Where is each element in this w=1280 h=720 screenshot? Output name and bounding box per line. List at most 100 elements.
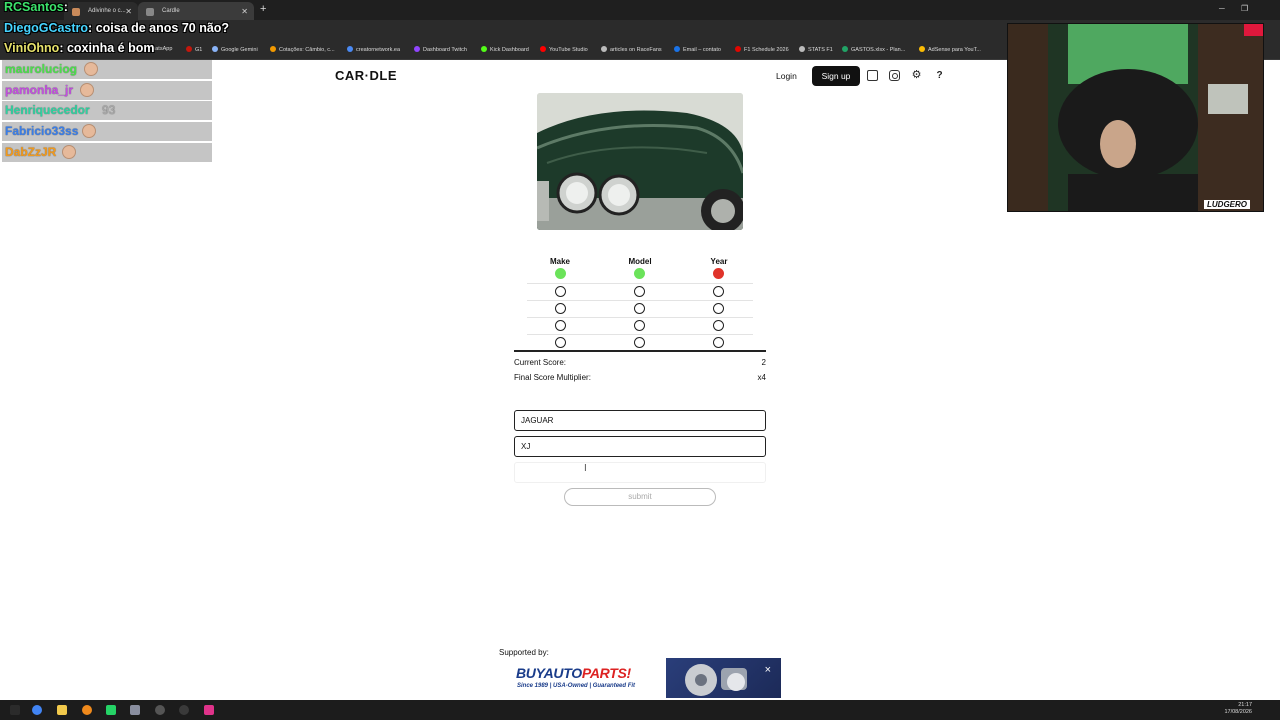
bookmark-item[interactable]: AdSense para YouT... — [919, 46, 981, 53]
ad-banner[interactable]: BUYAUTOPARTS! Since 1989 | USA-Owned | G… — [500, 658, 781, 698]
chat-message: DiegoGCastro: coisa de anos 70 não? — [4, 21, 230, 35]
guess-indicator-make-correct — [555, 268, 566, 279]
viewer-entry: Fabricio33ss — [2, 122, 212, 141]
app-icon[interactable] — [179, 705, 189, 715]
chrome-icon[interactable] — [32, 705, 42, 715]
bookmark-item[interactable]: Cotações: Câmbio, c... — [270, 46, 335, 53]
tab-favicon — [72, 8, 80, 16]
guess-indicator-empty — [555, 303, 566, 314]
new-tab-button[interactable]: + — [260, 3, 266, 15]
guess-indicator-empty — [713, 337, 724, 348]
app-icon[interactable] — [130, 705, 140, 715]
instagram-icon[interactable] — [889, 70, 900, 81]
bookmark-item[interactable]: YouTube Studio — [540, 46, 588, 53]
webcam-overlay: LUDGERO — [1007, 23, 1264, 212]
folder-icon[interactable] — [57, 705, 67, 715]
bookmark-item[interactable]: Kick Dashboard — [481, 46, 529, 53]
avatar — [82, 124, 96, 138]
app-icon[interactable] — [204, 705, 214, 715]
tab-close-icon[interactable]: ✕ — [241, 7, 248, 16]
system-clock[interactable]: 21:17 17/08/2026 — [1224, 702, 1252, 716]
bookmark-favicon — [735, 46, 741, 52]
chat-username: ViniOhno — [4, 41, 60, 55]
help-icon[interactable]: ? — [934, 70, 945, 81]
ad-tagline: Since 1989 | USA-Owned | Guaranteed Fit — [517, 683, 636, 689]
year-input[interactable] — [514, 462, 766, 483]
bookmark-item[interactable]: Email – contato — [674, 46, 721, 53]
site-logo[interactable]: CAR·DLE — [335, 68, 397, 83]
signup-button[interactable]: Sign up — [812, 66, 860, 86]
guess-indicator-empty — [713, 303, 724, 314]
bookmark-favicon — [186, 46, 192, 52]
viewer-name: DabZzJR — [5, 145, 57, 159]
car-illustration — [537, 93, 743, 230]
current-score-label: Current Score: — [514, 358, 567, 367]
bookmark-item[interactable]: Google Gemini — [212, 46, 258, 53]
multiplier-value: x4 — [757, 373, 766, 382]
column-header-model: Model — [628, 257, 652, 266]
bookmark-favicon — [842, 46, 848, 52]
row-divider — [527, 317, 753, 318]
tab-favicon — [146, 8, 154, 16]
restore-icon[interactable]: ❐ — [1241, 4, 1248, 13]
viewer-count: 93 — [102, 103, 116, 117]
viewer-name: mauroluciog — [5, 62, 78, 76]
bookmark-favicon — [919, 46, 925, 52]
bookmark-item[interactable]: creatornetwork.ea — [347, 46, 400, 53]
ad-close-icon[interactable]: × — [765, 664, 771, 676]
viewer-entry: mauroluciog — [2, 60, 212, 79]
whatsapp-icon[interactable] — [106, 705, 116, 715]
streamer-logo: LUDGERO — [1204, 200, 1250, 209]
column-header-make: Make — [549, 257, 570, 266]
obs-icon[interactable] — [155, 705, 165, 715]
guess-indicator-empty — [634, 286, 645, 297]
submit-button[interactable]: submit — [564, 488, 716, 506]
bookmark-favicon — [799, 46, 805, 52]
car-image — [537, 93, 743, 230]
tab-adivinhe[interactable]: Adivinhe o c... ✕ — [64, 2, 138, 20]
gear-icon[interactable]: ⚙ — [911, 70, 922, 81]
make-input[interactable]: JAGUAR — [514, 410, 766, 431]
guess-indicator-empty — [634, 337, 645, 348]
chat-username: DiegoGCastro — [4, 21, 89, 35]
viewer-name: pamonha_jr — [5, 83, 74, 97]
ad-brand: BUYAUTOPARTS! — [516, 665, 631, 681]
bookmark-favicon — [414, 46, 420, 52]
guess-indicator-empty — [713, 320, 724, 331]
bookmark-favicon — [540, 46, 546, 52]
avatar — [84, 62, 98, 76]
text-cursor-icon: I — [584, 463, 587, 474]
guess-indicator-model-correct — [634, 268, 645, 279]
stats-icon[interactable] — [867, 70, 878, 81]
bookmark-item[interactable]: F1 Schedule 2026 — [735, 46, 789, 53]
bookmark-item[interactable]: GASTOS.xlsx - Plan... — [842, 46, 905, 53]
viewer-entry: pamonha_jr — [2, 81, 212, 100]
guess-indicator-empty — [634, 320, 645, 331]
row-divider — [527, 334, 753, 335]
bookmark-item[interactable]: articles on RaceFans — [601, 46, 662, 53]
chat-text: coisa de anos 70 não? — [95, 21, 230, 35]
bookmark-favicon — [270, 46, 276, 52]
chat-message: ViniOhno: coxinha é bom — [4, 41, 155, 55]
guess-indicator-year-wrong — [713, 268, 724, 279]
supported-by-label: Supported by: — [499, 648, 549, 657]
login-link[interactable]: Login — [776, 71, 797, 81]
minimize-icon[interactable]: ─ — [1219, 4, 1225, 13]
chat-username: RCSantos — [4, 0, 64, 14]
bookmark-item[interactable]: STATS F1 — [799, 46, 833, 53]
viewer-name: Henriquecedor — [5, 103, 90, 117]
viewer-entry: DabZzJR — [2, 143, 212, 162]
chat-text: coxinha é bom — [66, 41, 155, 55]
webcam-feed — [1008, 24, 1263, 211]
tab-cardle[interactable]: Cardle ✕ — [138, 2, 254, 20]
grid-bottom-divider — [514, 350, 766, 352]
app-icon[interactable] — [82, 705, 92, 715]
viewer-entry: Henriquecedor 93 — [2, 101, 212, 120]
tab-label: Cardle — [162, 8, 180, 14]
bookmark-item[interactable]: G1 — [186, 46, 202, 53]
start-icon[interactable] — [10, 705, 20, 715]
bookmark-item[interactable]: Dashboard Twitch — [414, 46, 467, 53]
model-input[interactable]: XJ — [514, 436, 766, 457]
avatar — [80, 83, 94, 97]
tab-close-icon[interactable]: ✕ — [125, 7, 132, 16]
